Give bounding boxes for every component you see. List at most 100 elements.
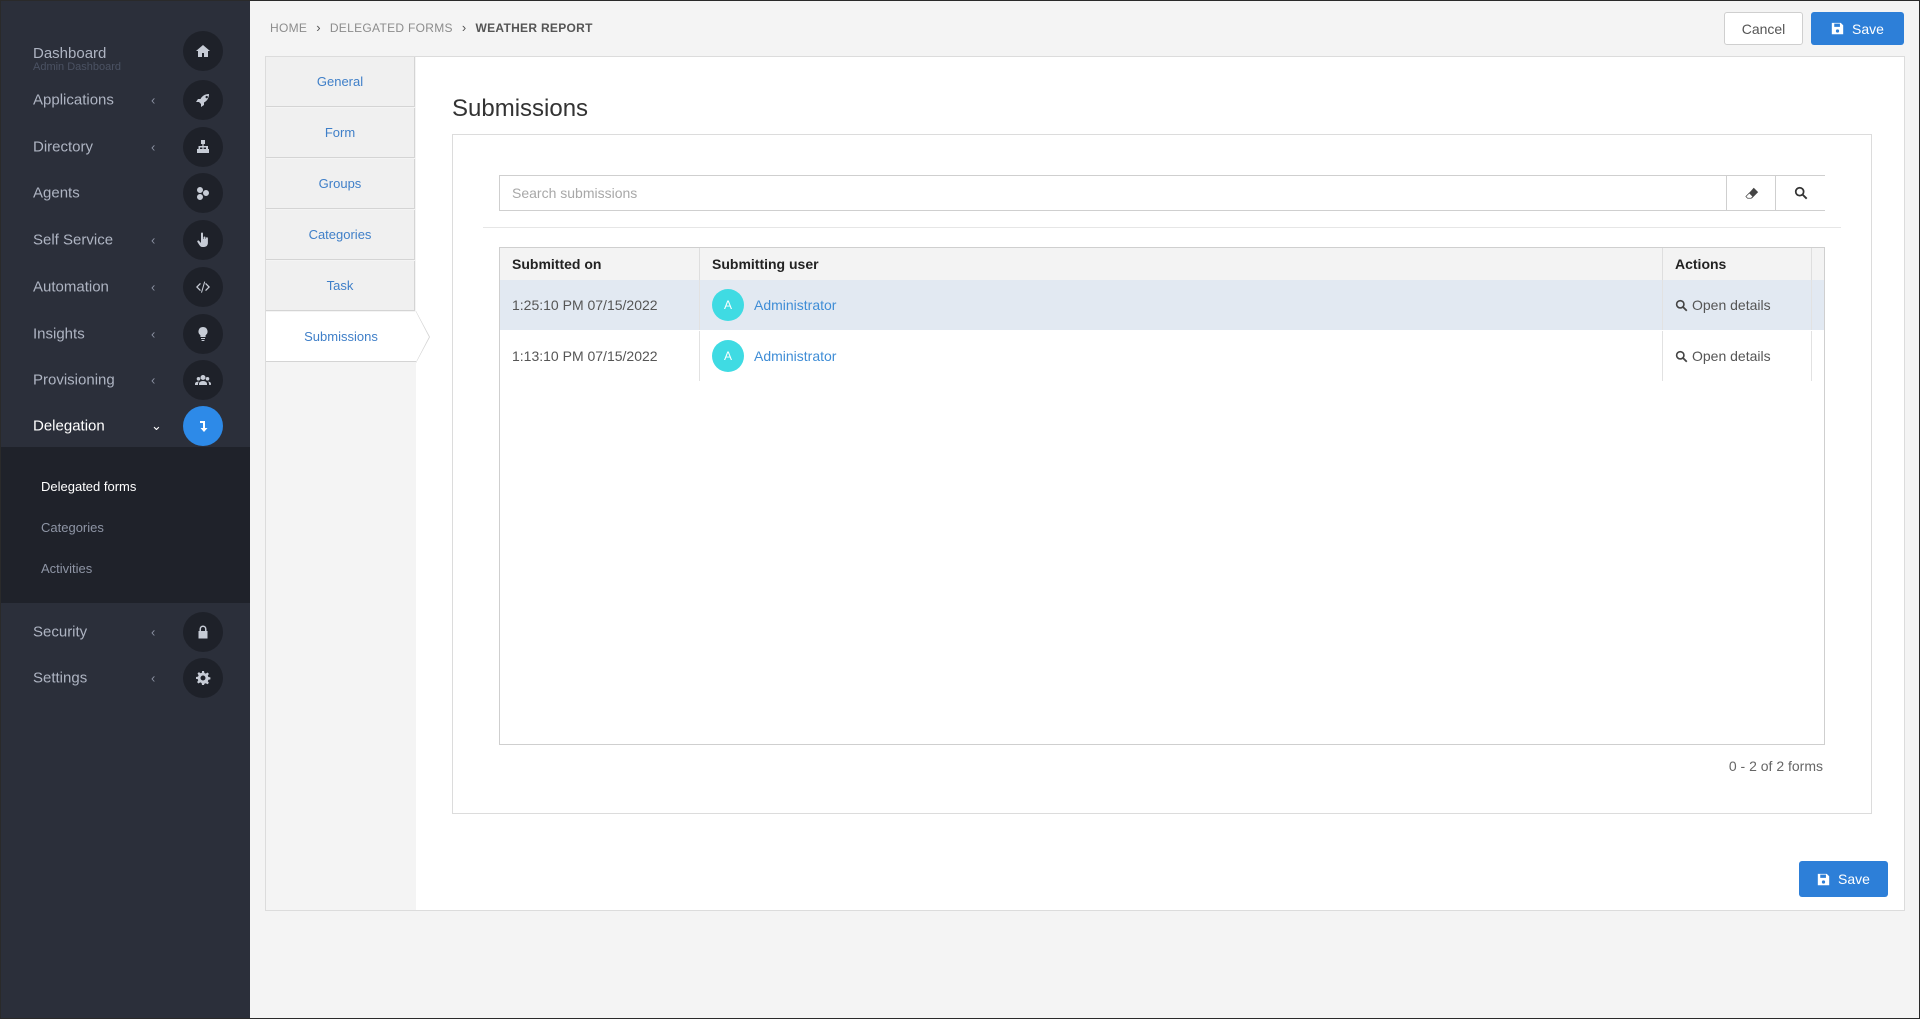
chevron-left-icon: ‹ bbox=[151, 326, 156, 342]
save-button-label: Save bbox=[1838, 871, 1870, 887]
breadcrumb-home[interactable]: HOME bbox=[270, 21, 307, 35]
chevron-down-icon: ⌄ bbox=[151, 418, 162, 433]
lightbulb-icon bbox=[183, 314, 223, 354]
search-icon bbox=[1794, 186, 1807, 200]
open-details-button[interactable]: Open details bbox=[1675, 297, 1771, 313]
delegation-submenu: Delegated forms Categories Activities bbox=[1, 447, 250, 603]
search-input[interactable] bbox=[500, 176, 1726, 210]
save-button-bottom[interactable]: Save bbox=[1799, 861, 1888, 897]
tab-form[interactable]: Form bbox=[266, 108, 415, 158]
sidebar-item-agents[interactable]: Agents bbox=[1, 170, 250, 216]
lock-icon bbox=[183, 612, 223, 652]
home-icon bbox=[183, 31, 223, 71]
hand-pointer-icon bbox=[183, 220, 223, 260]
pagination-info: 0 - 2 of 2 forms bbox=[1728, 758, 1823, 774]
search-button[interactable] bbox=[1775, 176, 1825, 210]
tab-task[interactable]: Task bbox=[266, 261, 415, 311]
chevron-left-icon: ‹ bbox=[151, 279, 156, 295]
clear-search-button[interactable] bbox=[1726, 176, 1776, 210]
sidebar-item-label: Provisioning bbox=[33, 371, 115, 389]
save-button-label: Save bbox=[1852, 20, 1884, 37]
submissions-card: Submitted on Submitting user Actions 1:2… bbox=[452, 134, 1872, 814]
floppy-disk-icon bbox=[1831, 22, 1844, 35]
chevron-right-icon: › bbox=[316, 20, 321, 35]
vertical-tabs: General Form Groups Categories Task Subm… bbox=[266, 57, 430, 910]
table-row[interactable]: 1:13:10 PM 07/15/2022 A Administrator Op… bbox=[500, 331, 1824, 381]
sidebar: Dashboard Admin Dashboard Applications ‹… bbox=[1, 1, 250, 1018]
actions-cell: Open details bbox=[1663, 280, 1812, 330]
sidebar-item-label: Dashboard bbox=[33, 45, 107, 62]
tab-categories[interactable]: Categories bbox=[266, 210, 415, 260]
avatar: A bbox=[712, 340, 744, 372]
submitted-on-cell: 1:25:10 PM 07/15/2022 bbox=[500, 280, 700, 330]
sidebar-item-settings[interactable]: Settings ‹ bbox=[1, 655, 250, 701]
submenu-item-delegated-forms[interactable]: Delegated forms bbox=[41, 479, 136, 494]
cancel-button[interactable]: Cancel bbox=[1724, 12, 1803, 45]
org-chart-icon bbox=[183, 127, 223, 167]
sidebar-item-directory[interactable]: Directory ‹ bbox=[1, 124, 250, 170]
chevron-right-icon: › bbox=[461, 20, 467, 35]
sidebar-item-automation[interactable]: Automation ‹ bbox=[1, 264, 250, 310]
sidebar-item-security[interactable]: Security ‹ bbox=[1, 609, 250, 655]
save-button-top[interactable]: Save bbox=[1811, 12, 1904, 45]
chevron-left-icon: ‹ bbox=[151, 92, 156, 108]
submitted-on-cell: 1:13:10 PM 07/15/2022 bbox=[500, 331, 700, 381]
tab-groups[interactable]: Groups bbox=[266, 159, 415, 209]
sidebar-item-label: Settings bbox=[33, 669, 88, 687]
column-header-actions[interactable]: Actions bbox=[1663, 248, 1812, 280]
tab-general[interactable]: General bbox=[266, 57, 415, 107]
user-link[interactable]: Administrator bbox=[754, 297, 836, 313]
agents-icon bbox=[183, 173, 223, 213]
search-icon bbox=[1675, 299, 1688, 311]
chevron-left-icon: ‹ bbox=[151, 670, 156, 686]
sidebar-item-insights[interactable]: Insights ‹ bbox=[1, 311, 250, 357]
actions-cell: Open details bbox=[1663, 331, 1812, 381]
user-cell: A Administrator bbox=[700, 331, 1663, 381]
sidebar-item-self-service[interactable]: Self Service ‹ bbox=[1, 217, 250, 263]
chevron-left-icon: ‹ bbox=[151, 372, 156, 388]
chevron-left-icon: ‹ bbox=[151, 624, 156, 640]
breadcrumb-delegated-forms[interactable]: DELEGATED FORMS bbox=[330, 21, 453, 35]
sidebar-item-label: Automation bbox=[33, 278, 109, 296]
table-header: Submitted on Submitting user Actions bbox=[500, 248, 1824, 281]
eraser-icon bbox=[1744, 187, 1758, 199]
open-details-button[interactable]: Open details bbox=[1675, 348, 1771, 364]
column-header-submitted-on[interactable]: Submitted on bbox=[500, 248, 700, 280]
user-cell: A Administrator bbox=[700, 280, 1663, 330]
users-icon bbox=[183, 360, 223, 400]
chevron-left-icon: ‹ bbox=[151, 139, 156, 155]
sidebar-item-label: Applications bbox=[33, 91, 114, 109]
sidebar-item-label: Directory bbox=[33, 138, 94, 156]
tab-submissions[interactable]: Submissions bbox=[266, 311, 430, 363]
sidebar-item-delegation[interactable]: Delegation ⌄ bbox=[1, 403, 250, 449]
submissions-table: Submitted on Submitting user Actions 1:2… bbox=[499, 247, 1825, 745]
avatar: A bbox=[712, 289, 744, 321]
gear-icon bbox=[183, 658, 223, 698]
user-link[interactable]: Administrator bbox=[754, 348, 836, 364]
sidebar-item-label: Delegation bbox=[33, 417, 105, 435]
sidebar-item-label: Self Service bbox=[33, 231, 114, 249]
sidebar-item-label: Agents bbox=[33, 184, 80, 202]
sidebar-item-label: Insights bbox=[33, 325, 85, 343]
divider bbox=[483, 227, 1841, 228]
floppy-disk-icon bbox=[1817, 873, 1830, 885]
search-bar bbox=[499, 175, 1825, 211]
sidebar-item-sublabel: Admin Dashboard bbox=[33, 61, 122, 73]
submenu-item-categories[interactable]: Categories bbox=[41, 520, 104, 535]
breadcrumb: HOME › DELEGATED FORMS › WEATHER REPORT bbox=[270, 20, 593, 35]
code-icon bbox=[183, 267, 223, 307]
sidebar-item-label: Security bbox=[33, 623, 88, 641]
sidebar-item-provisioning[interactable]: Provisioning ‹ bbox=[1, 357, 250, 403]
page-title: Submissions bbox=[452, 95, 589, 122]
search-icon bbox=[1675, 350, 1688, 362]
sidebar-item-dashboard[interactable]: Dashboard Admin Dashboard bbox=[1, 28, 250, 74]
open-details-label: Open details bbox=[1692, 297, 1771, 313]
column-header-submitting-user[interactable]: Submitting user bbox=[700, 248, 1663, 280]
rocket-icon bbox=[183, 80, 223, 120]
submenu-item-activities[interactable]: Activities bbox=[41, 561, 92, 576]
chevron-left-icon: ‹ bbox=[151, 232, 156, 248]
open-details-label: Open details bbox=[1692, 348, 1771, 364]
sidebar-item-applications[interactable]: Applications ‹ bbox=[1, 77, 250, 123]
content-panel: General Form Groups Categories Task Subm… bbox=[265, 56, 1905, 911]
table-row[interactable]: 1:25:10 PM 07/15/2022 A Administrator Op… bbox=[500, 280, 1824, 330]
